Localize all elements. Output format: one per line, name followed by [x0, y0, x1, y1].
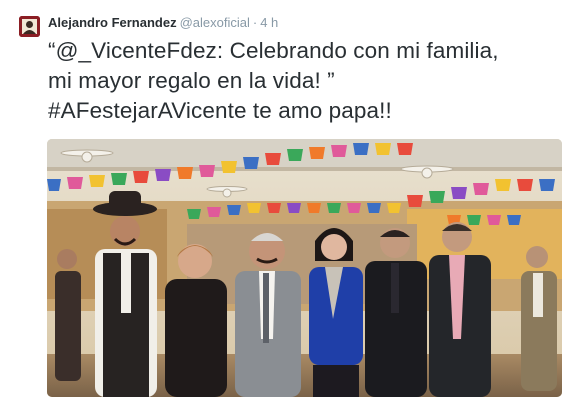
- display-name[interactable]: Alejandro Fernandez: [48, 15, 177, 30]
- tweet-card: Alejandro Fernandez @alexoficial · 4 h “@_V…: [0, 0, 578, 407]
- tweet-text: “@_VicenteFdez: Celebrando con mi famili…: [48, 36, 568, 126]
- tweet-photo[interactable]: [47, 139, 562, 397]
- tweet-text-line: mi mayor regalo en la vida! ”: [48, 68, 335, 93]
- family-photo-image: [47, 139, 562, 397]
- tweet-text-line: #AFestejarAVicente te amo papa!!: [48, 98, 392, 123]
- tweet-header: Alejandro Fernandez @alexoficial · 4 h: [48, 14, 278, 34]
- tweet-timestamp[interactable]: 4 h: [260, 15, 278, 30]
- profile-avatar-icon[interactable]: [19, 16, 40, 37]
- user-handle[interactable]: @alexoficial: [180, 15, 250, 30]
- tweet-text-line: “@_VicenteFdez: Celebrando con mi famili…: [48, 38, 499, 63]
- header-separator: ·: [252, 15, 258, 30]
